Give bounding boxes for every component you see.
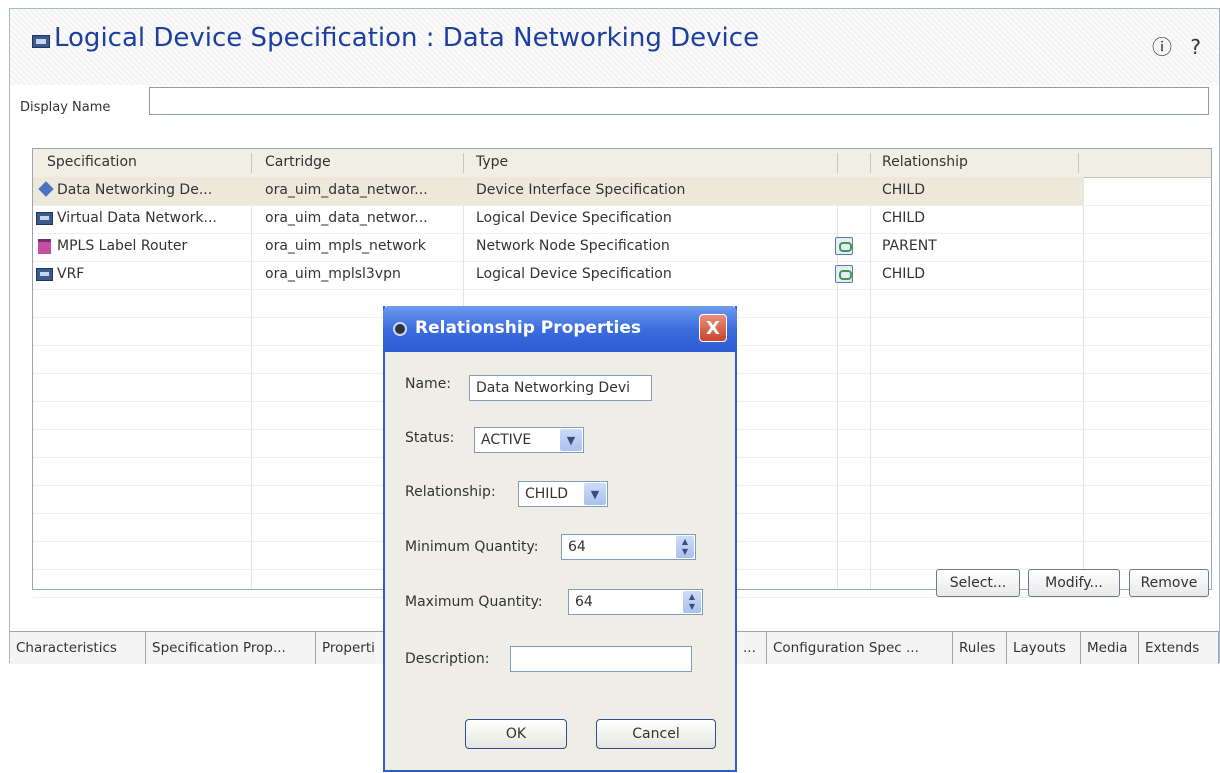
specification-cell: Virtual Data Network... xyxy=(57,210,217,226)
spinner-arrows-icon[interactable]: ▲ ▼ xyxy=(683,591,701,613)
specification-cell: MPLS Label Router xyxy=(57,238,188,254)
tab-layouts[interactable]: Layouts xyxy=(1007,632,1081,664)
relationship-select[interactable]: CHILD ▼ xyxy=(518,481,608,507)
description-input[interactable] xyxy=(510,646,692,672)
linked-spec-icon[interactable] xyxy=(835,265,853,283)
status-label: Status: xyxy=(405,430,455,446)
modify-button[interactable]: Modify... xyxy=(1028,569,1120,597)
remove-button[interactable]: Remove xyxy=(1129,569,1209,597)
tab-rules[interactable]: Rules xyxy=(953,632,1007,664)
minimum-quantity-value: 64 xyxy=(568,539,586,555)
column-header-type[interactable]: Type xyxy=(476,154,508,170)
info-help-icons[interactable]: ⓘ ? xyxy=(1152,31,1207,60)
tab-characteristics[interactable]: Characteristics xyxy=(10,632,146,664)
spinner-arrows-icon[interactable]: ▲ ▼ xyxy=(676,536,694,558)
tab-extends[interactable]: Extends xyxy=(1139,632,1219,664)
chevron-down-icon[interactable]: ▼ xyxy=(560,429,582,451)
dialog-title-bar[interactable]: Relationship Properties X xyxy=(383,306,737,352)
specification-cell: Data Networking De... xyxy=(57,182,213,198)
table-row[interactable]: MPLS Label Router ora_uim_mpls_network Net… xyxy=(33,233,1083,261)
specification-cell: VRF xyxy=(57,266,85,282)
linked-spec-icon[interactable] xyxy=(835,237,853,255)
maximum-quantity-value: 64 xyxy=(575,594,593,610)
relationship-label: Relationship: xyxy=(405,484,496,500)
logical-device-icon xyxy=(32,35,50,48)
logical-device-icon xyxy=(36,212,53,225)
display-name-label: Display Name xyxy=(20,100,111,115)
status-select[interactable]: ACTIVE ▼ xyxy=(474,427,584,453)
maximum-quantity-label: Maximum Quantity: xyxy=(405,594,543,610)
cartridge-cell: ora_uim_mplsl3vpn xyxy=(265,266,401,282)
editor-header: Logical Device Specification : Data Netw… xyxy=(10,9,1219,85)
network-node-icon xyxy=(38,239,51,254)
type-cell: Logical Device Specification xyxy=(476,210,672,226)
type-cell: Network Node Specification xyxy=(476,238,670,254)
name-input[interactable]: Data Networking Devi xyxy=(469,375,652,401)
ok-button[interactable]: OK xyxy=(465,719,567,749)
diamond-icon xyxy=(38,181,54,197)
tab-configuration-spec[interactable]: Configuration Spec ... xyxy=(767,632,953,664)
relationship-cell: CHILD xyxy=(882,182,926,198)
relationship-cell: CHILD xyxy=(882,266,926,282)
table-row[interactable]: Virtual Data Network... ora_uim_data_netw… xyxy=(33,205,1083,233)
select-button[interactable]: Select... xyxy=(936,569,1020,597)
tab-relationships[interactable]: ... xyxy=(737,632,767,664)
maximum-quantity-stepper[interactable]: 64 ▲ ▼ xyxy=(568,589,703,615)
cartridge-cell: ora_uim_mpls_network xyxy=(265,238,426,254)
name-label: Name: xyxy=(405,376,452,392)
dialog-title: Relationship Properties xyxy=(415,318,641,338)
cancel-button[interactable]: Cancel xyxy=(596,719,716,749)
status-value: ACTIVE xyxy=(481,432,532,448)
page-title: Logical Device Specification : Data Netw… xyxy=(54,23,760,53)
cartridge-cell: ora_uim_data_networ... xyxy=(265,210,428,226)
column-header-cartridge[interactable]: Cartridge xyxy=(265,154,331,170)
minimum-quantity-label: Minimum Quantity: xyxy=(405,539,539,555)
type-cell: Device Interface Specification xyxy=(476,182,686,198)
column-header-relationship[interactable]: Relationship xyxy=(882,154,968,170)
cartridge-cell: ora_uim_data_networ... xyxy=(265,182,428,198)
relationship-cell: PARENT xyxy=(882,238,937,254)
minimum-quantity-stepper[interactable]: 64 ▲ ▼ xyxy=(561,534,696,560)
table-header: Specification Cartridge Type Relationshi… xyxy=(33,149,1211,178)
tab-media[interactable]: Media xyxy=(1081,632,1139,664)
type-cell: Logical Device Specification xyxy=(476,266,672,282)
relationship-cell: CHILD xyxy=(882,210,926,226)
display-name-input[interactable] xyxy=(149,87,1209,115)
relationship-properties-dialog: Relationship Properties X Name: Data Net… xyxy=(383,306,737,772)
description-label: Description: xyxy=(405,651,490,667)
table-row[interactable]: Data Networking De... ora_uim_data_networ… xyxy=(33,177,1083,205)
eclipse-icon xyxy=(393,322,407,336)
tab-specification-properties[interactable]: Specification Prop... xyxy=(146,632,316,664)
logical-device-icon xyxy=(36,268,53,281)
close-icon[interactable]: X xyxy=(699,314,727,342)
tab-properties[interactable]: Properti xyxy=(316,632,386,664)
chevron-down-icon[interactable]: ▼ xyxy=(584,483,606,505)
relationship-value: CHILD xyxy=(525,486,569,502)
column-header-specification[interactable]: Specification xyxy=(47,154,137,170)
table-row[interactable]: VRF ora_uim_mplsl3vpn Logical Device Speci… xyxy=(33,261,1083,289)
